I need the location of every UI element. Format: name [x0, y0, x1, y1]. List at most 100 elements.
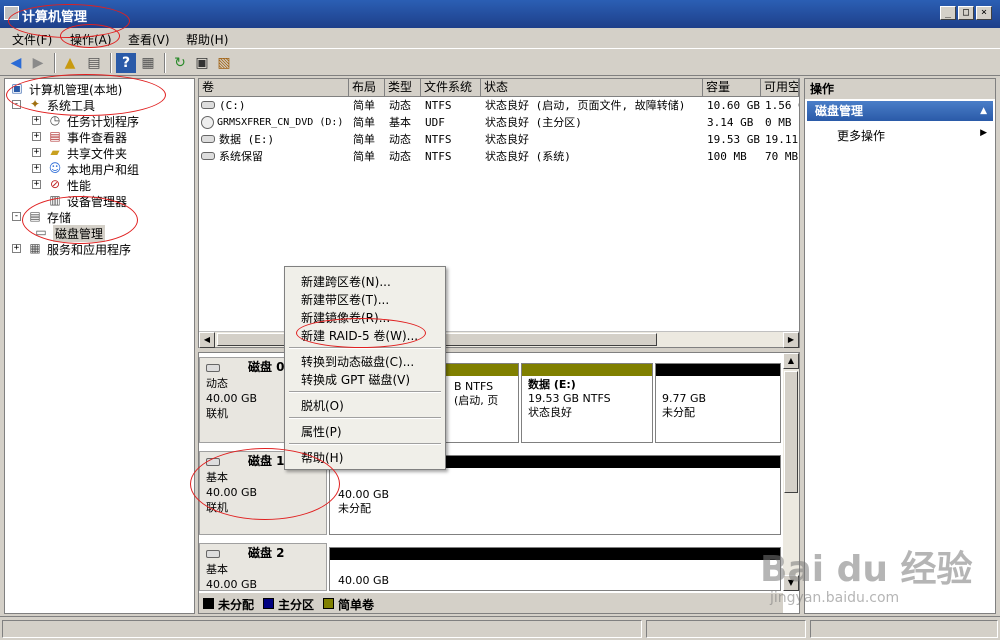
column-header-status[interactable]: 状态 [481, 79, 703, 97]
tree-item-disk-management[interactable]: ▭ 磁盘管理 [9, 225, 119, 242]
menu-file[interactable]: 文件(F) [12, 31, 52, 48]
computer-management-icon [4, 6, 19, 20]
legend-swatch-simple [323, 598, 334, 609]
scroll-left-icon[interactable]: ◀ [199, 332, 215, 348]
refresh-icon[interactable]: ↻ [170, 53, 190, 73]
volume-icon [201, 101, 215, 109]
legend-swatch-unallocated [203, 598, 214, 609]
disk-icon [206, 550, 220, 558]
back-icon[interactable]: ◀ [6, 53, 26, 73]
volume-icon [201, 152, 215, 160]
disk-size: 40.00 GB [206, 486, 258, 499]
menu-new-spanned-volume[interactable]: 新建跨区卷(N)... [301, 273, 391, 289]
menu-separator [289, 391, 441, 393]
title-bar: 计算机管理 _ □ × [0, 0, 1000, 28]
toolbar-separator [164, 53, 166, 73]
collapse-icon[interactable]: - [12, 212, 21, 221]
toolbar-separator [110, 53, 112, 73]
scroll-up-icon[interactable]: ▲ [783, 353, 799, 369]
legend-unallocated: 未分配 [218, 598, 255, 612]
services-icon: ▦ [29, 241, 41, 255]
console-tree: ▣ 计算机管理(本地) - ✦ 系统工具 + ◷ 任务计划程序 + ▤ 事件查看… [4, 78, 195, 614]
scroll-right-icon[interactable]: ▶ [783, 332, 799, 348]
menu-separator [289, 443, 441, 445]
close-button[interactable]: × [976, 6, 992, 20]
tools-icon: ✦ [29, 97, 41, 111]
performance-icon: ⊘ [49, 177, 61, 191]
shared-folder-icon: ▰ [50, 145, 60, 159]
disk-status: 联机 [206, 501, 228, 514]
toolbar-separator [54, 53, 56, 73]
window-title: 计算机管理 [22, 10, 88, 25]
collapse-icon[interactable]: - [12, 100, 21, 109]
unallocated-bar [330, 548, 780, 560]
menu-separator [289, 347, 441, 349]
toolbar: ◀ ▶ ▲ ▤ ? ▦ ↻ ▣ ▧ [0, 48, 1000, 76]
status-pane [810, 620, 998, 638]
partition-unallocated-2[interactable]: 40.00 GB [329, 547, 781, 591]
scrollbar-thumb[interactable] [784, 371, 798, 493]
column-header-free-space[interactable]: 可用空 [761, 79, 799, 97]
forward-icon[interactable]: ▶ [28, 53, 48, 73]
menu-convert-to-dynamic[interactable]: 转换到动态磁盘(C)... [301, 353, 414, 369]
help-icon[interactable]: ? [116, 53, 136, 73]
expand-icon[interactable]: + [12, 244, 21, 253]
baidu-watermark-url: jingyan.baidu.com [770, 590, 900, 606]
column-header-type[interactable]: 类型 [385, 79, 421, 97]
menu-new-raid5-volume[interactable]: 新建 RAID-5 卷(W)... [301, 327, 418, 343]
legend-swatch-primary [263, 598, 274, 609]
expand-icon[interactable]: + [32, 148, 41, 157]
disk-size: 40.00 GB [206, 578, 258, 591]
column-header-capacity[interactable]: 容量 [703, 79, 761, 97]
column-header-volume[interactable]: 卷 [199, 79, 349, 97]
storage-icon: ▤ [29, 209, 41, 223]
menu-new-striped-volume[interactable]: 新建带区卷(T)... [301, 291, 389, 307]
table-row[interactable]: GRMSXFRER_CN_DVD (D:) 简单 基本 UDF 状态良好 (主分… [199, 114, 799, 131]
maximize-button[interactable]: □ [958, 6, 974, 20]
expand-icon[interactable]: + [32, 116, 41, 125]
menu-separator [289, 417, 441, 419]
more-actions-item[interactable]: 更多操作 ▶ [837, 127, 987, 143]
disk-icon [206, 364, 220, 372]
column-header-filesystem[interactable]: 文件系统 [421, 79, 481, 97]
menu-properties[interactable]: 属性(P) [301, 423, 342, 439]
context-menu: 新建跨区卷(N)... 新建带区卷(T)... 新建镜像卷(R)... 新建 R… [284, 266, 446, 470]
minimize-button[interactable]: _ [940, 6, 956, 20]
settings-icon[interactable]: ▧ [214, 53, 234, 73]
status-bar [0, 616, 1000, 640]
export-icon[interactable]: ▣ [192, 53, 212, 73]
table-row[interactable]: (C:) 简单 动态 NTFS 状态良好 (启动, 页面文件, 故障转储) 10… [199, 97, 799, 114]
disk-management-icon: ▭ [35, 225, 47, 239]
column-header-layout[interactable]: 布局 [349, 79, 385, 97]
table-row[interactable]: 数据 (E:) 简单 动态 NTFS 状态良好 19.53 GB 19.11 [199, 131, 799, 148]
partition-e[interactable]: 数据 (E:) 19.53 GB NTFS 状态良好 [521, 363, 653, 443]
collapse-up-icon[interactable]: ▲ [980, 101, 987, 121]
legend-primary: 主分区 [278, 598, 315, 612]
clock-icon: ◷ [49, 113, 61, 127]
legend-simple: 简单卷 [338, 598, 375, 612]
expand-icon[interactable]: + [32, 180, 41, 189]
menu-help[interactable]: 帮助(H) [186, 31, 228, 48]
status-pane [2, 620, 642, 638]
menu-view[interactable]: 查看(V) [128, 31, 170, 48]
properties-icon[interactable]: ▦ [138, 53, 158, 73]
users-icon: ☺ [48, 161, 62, 175]
table-row[interactable]: 系统保留 简单 动态 NTFS 状态良好 (系统) 100 MB 70 MB [199, 148, 799, 165]
actions-pane: 操作 磁盘管理 ▲ 更多操作 ▶ [804, 78, 996, 614]
menu-new-mirrored-volume[interactable]: 新建镜像卷(R)... [301, 309, 390, 325]
menu-bar: 文件(F) 操作(A) 查看(V) 帮助(H) [0, 28, 1000, 48]
up-folder-icon[interactable]: ▲ [60, 53, 80, 73]
disk-type: 基本 [206, 471, 228, 484]
menu-action[interactable]: 操作(A) [70, 31, 112, 48]
simple-volume-bar [522, 364, 652, 376]
actions-disk-management[interactable]: 磁盘管理 ▲ [807, 101, 993, 121]
partition-unallocated-0[interactable]: 9.77 GB 未分配 [655, 363, 781, 443]
expand-icon[interactable]: + [32, 132, 41, 141]
device-manager-icon: ▥ [49, 193, 61, 207]
menu-help-item[interactable]: 帮助(H) [301, 449, 343, 465]
menu-convert-to-gpt[interactable]: 转换成 GPT 磁盘(V) [301, 371, 410, 387]
disk-2-header[interactable]: 磁盘 2 基本 40.00 GB [199, 543, 327, 591]
menu-offline[interactable]: 脱机(O) [301, 397, 344, 413]
expand-icon[interactable]: + [32, 164, 41, 173]
show-tree-icon[interactable]: ▤ [84, 53, 104, 73]
